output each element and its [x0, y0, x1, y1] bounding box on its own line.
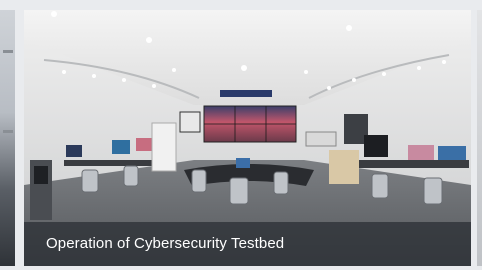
- laptop: [236, 158, 250, 168]
- monitor: [136, 138, 152, 151]
- monitor: [66, 145, 82, 157]
- slide-caption: Operation of Cybersecurity Testbed: [46, 235, 285, 252]
- monitor: [112, 140, 130, 154]
- monitor: [364, 135, 388, 157]
- cabinet: [329, 150, 359, 184]
- wall-sign: [220, 90, 272, 97]
- right-console: [305, 131, 337, 147]
- peek-detail: [3, 50, 13, 53]
- caption-bar: Operation of Cybersecurity Testbed: [24, 222, 471, 266]
- previous-slide-peek[interactable]: [0, 10, 15, 266]
- slide-image[interactable]: Operation of Cybersecurity Testbed: [24, 10, 471, 266]
- left-desk: [64, 160, 154, 166]
- next-slide-peek[interactable]: [477, 10, 482, 266]
- info-stand: [151, 122, 177, 172]
- wall-monitor: [179, 111, 201, 133]
- peek-detail: [3, 130, 13, 133]
